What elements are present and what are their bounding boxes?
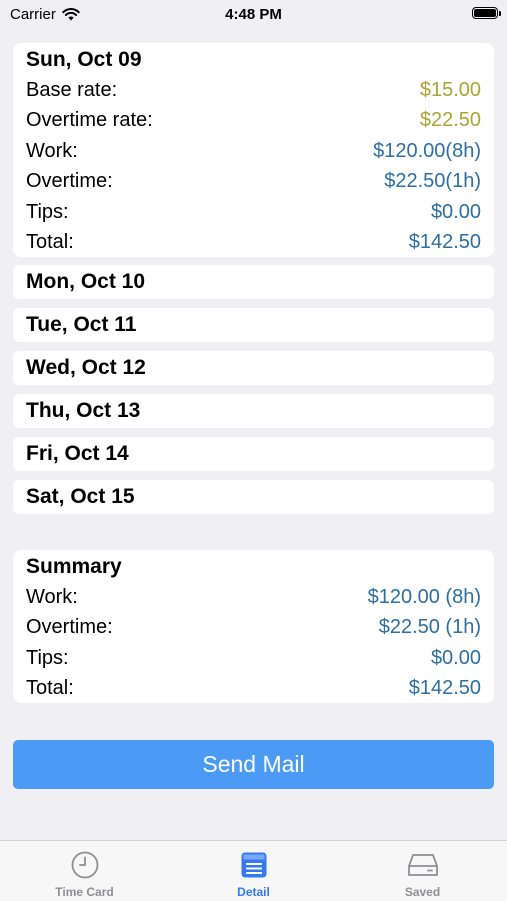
tab-detail[interactable]: Detail	[169, 841, 338, 901]
total-row: Total: $142.50	[26, 228, 481, 259]
day-detail-card[interactable]: Sun, Oct 09 Base rate: $15.00 Overtime r…	[13, 43, 494, 257]
row-label: Overtime rate:	[26, 109, 153, 132]
row-label: Overtime:	[26, 170, 113, 193]
row-label: Total:	[26, 231, 74, 254]
day-label: Sat, Oct 15	[26, 485, 135, 508]
row-value: $142.50	[408, 231, 481, 254]
status-time: 4:48 PM	[225, 6, 282, 23]
row-label: Tips:	[26, 646, 69, 669]
day-label: Tue, Oct 11	[26, 313, 137, 336]
day-label: Mon, Oct 10	[26, 270, 146, 293]
status-bar: Carrier 4:48 PM	[0, 0, 507, 30]
summary-overtime-row: Overtime: $22.50 (1h)	[26, 613, 481, 644]
tray-icon	[407, 854, 438, 876]
tab-label: Saved	[404, 885, 441, 899]
row-value: $0.00	[430, 200, 481, 223]
day-row-thu[interactable]: Thu, Oct 13	[13, 394, 494, 428]
row-label: Tips:	[26, 200, 69, 223]
battery-icon	[472, 7, 501, 19]
tab-bar: Time Card Detail Saved	[0, 840, 507, 901]
row-value: $120.00(8h)	[373, 139, 481, 162]
summary-card: Summary Work: $120.00 (8h) Overtime: $22…	[13, 550, 494, 703]
summary-tips-row: Tips: $0.00	[26, 643, 481, 674]
tab-time-card[interactable]: Time Card	[0, 841, 169, 901]
day-row-sat[interactable]: Sat, Oct 15	[13, 480, 494, 514]
day-row-mon[interactable]: Mon, Oct 10	[13, 265, 494, 299]
day-label: Thu, Oct 13	[26, 399, 141, 422]
row-label: Overtime:	[26, 616, 113, 639]
row-value: $120.00 (8h)	[367, 585, 481, 608]
clock-icon	[71, 851, 98, 879]
row-value: $22.50 (1h)	[378, 616, 481, 639]
work-row: Work: $120.00(8h)	[26, 136, 481, 167]
row-value: $142.50	[408, 677, 481, 700]
day-row-fri[interactable]: Fri, Oct 14	[13, 437, 494, 471]
day-label: Wed, Oct 12	[26, 356, 146, 379]
row-label: Work:	[26, 139, 78, 162]
summary-work-row: Work: $120.00 (8h)	[26, 582, 481, 613]
row-label: Work:	[26, 585, 78, 608]
summary-title: Summary	[26, 555, 122, 578]
day-row-tue[interactable]: Tue, Oct 11	[13, 308, 494, 342]
overtime-rate-row: Overtime rate: $22.50	[26, 106, 481, 137]
tips-row: Tips: $0.00	[26, 197, 481, 228]
row-label: Base rate:	[26, 78, 118, 101]
day-label: Fri, Oct 14	[26, 442, 129, 465]
row-value: $22.50(1h)	[384, 170, 481, 193]
row-value: $0.00	[430, 646, 481, 669]
overtime-row: Overtime: $22.50(1h)	[26, 167, 481, 198]
tab-saved[interactable]: Saved	[338, 841, 507, 901]
day-row-wed[interactable]: Wed, Oct 12	[13, 351, 494, 385]
tab-label: Time Card	[55, 885, 114, 899]
row-label: Total:	[26, 677, 74, 700]
day-detail-title: Sun, Oct 09	[26, 48, 142, 71]
tab-label: Detail	[237, 885, 270, 899]
send-mail-button[interactable]: Send Mail	[13, 740, 494, 789]
row-value: $15.00	[419, 78, 481, 101]
row-value: $22.50	[419, 109, 481, 132]
summary-total-row: Total: $142.50	[26, 674, 481, 705]
base-rate-row: Base rate: $15.00	[26, 75, 481, 106]
list-icon	[241, 852, 266, 878]
